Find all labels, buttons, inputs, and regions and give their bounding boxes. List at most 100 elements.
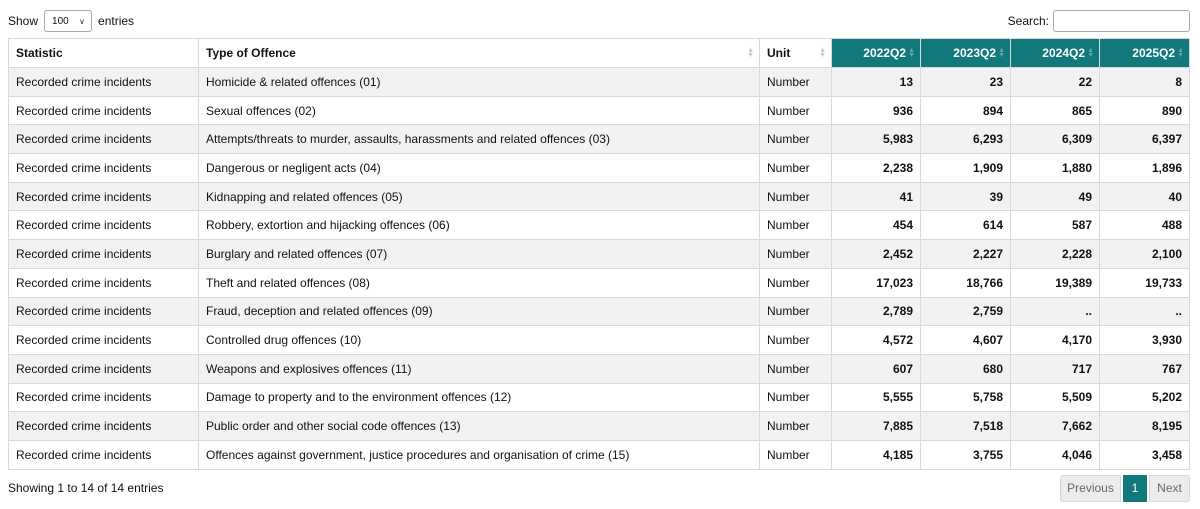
- cell-value: 717: [1010, 353, 1100, 384]
- table-row: Recorded crime incidents Fraud, deception…: [8, 296, 1190, 327]
- table-body: Recorded crime incidents Homicide & relat…: [8, 67, 1190, 470]
- previous-button[interactable]: Previous: [1060, 474, 1121, 502]
- cell-value: 614: [920, 210, 1011, 241]
- cell-statistic: Recorded crime incidents: [8, 382, 199, 413]
- cell-value: 6,293: [920, 124, 1011, 155]
- cell-statistic: Recorded crime incidents: [8, 181, 199, 212]
- cell-value: 18,766: [920, 267, 1011, 298]
- cell-value: 587: [1010, 210, 1100, 241]
- header-row: Statistic Type of Offence ▲ ▼ Unit ▲ ▼ 2022Q…: [8, 38, 1190, 68]
- cell-statistic: Recorded crime incidents: [8, 124, 199, 155]
- cell-unit: Number: [759, 325, 832, 355]
- cell-unit: Number: [759, 239, 832, 269]
- cell-value: 3,930: [1099, 325, 1190, 355]
- cell-value: 680: [920, 353, 1011, 384]
- cell-statistic: Recorded crime incidents: [8, 325, 199, 355]
- column-header-2024q2[interactable]: 2024Q2 ▲ ▼: [1010, 38, 1100, 68]
- cell-value: 894: [920, 95, 1011, 126]
- cell-statistic: Recorded crime incidents: [8, 296, 199, 327]
- page-size-select[interactable]: 100 ∨: [44, 10, 93, 32]
- column-header-2022q2[interactable]: 2022Q2 ▲ ▼: [831, 38, 921, 68]
- sort-icon: ▲ ▼: [819, 47, 826, 59]
- cell-value: 1,896: [1099, 153, 1190, 183]
- table-row: Recorded crime incidents Damage to proper…: [8, 382, 1190, 413]
- cell-value: 2,227: [920, 239, 1011, 269]
- cell-value: 7,518: [920, 411, 1011, 441]
- cell-statistic: Recorded crime incidents: [8, 439, 199, 470]
- cell-statistic: Recorded crime incidents: [8, 353, 199, 384]
- cell-unit: Number: [759, 95, 832, 126]
- cell-value: 4,572: [831, 325, 921, 355]
- cell-value: 8,195: [1099, 411, 1190, 441]
- search-input[interactable]: [1053, 10, 1190, 32]
- table-row: Recorded crime incidents Robbery, extorti…: [8, 210, 1190, 241]
- table-controls: Show 100 ∨ entries Search:: [8, 9, 1190, 33]
- table-row: Recorded crime incidents Theft and relate…: [8, 267, 1190, 298]
- cell-statistic: Recorded crime incidents: [8, 210, 199, 241]
- table-row: Recorded crime incidents Kidnapping and r…: [8, 181, 1190, 212]
- cell-value: 767: [1099, 353, 1190, 384]
- cell-value: 865: [1010, 95, 1100, 126]
- cell-value: ..: [1099, 296, 1190, 327]
- cell-statistic: Recorded crime incidents: [8, 267, 199, 298]
- cell-value: 2,452: [831, 239, 921, 269]
- cell-value: 2,759: [920, 296, 1011, 327]
- cell-value: 5,983: [831, 124, 921, 155]
- table-info: Showing 1 to 14 of 14 entries: [8, 481, 164, 495]
- cell-value: 2,789: [831, 296, 921, 327]
- cell-value: 3,458: [1099, 439, 1190, 470]
- cell-value: 1,880: [1010, 153, 1100, 183]
- cell-type-of-offence: Robbery, extortion and hijacking offence…: [198, 210, 760, 241]
- cell-type-of-offence: Kidnapping and related offences (05): [198, 181, 760, 212]
- cell-type-of-offence: Controlled drug offences (10): [198, 325, 760, 355]
- sort-icon: ▲ ▼: [908, 47, 915, 59]
- cell-value: 6,397: [1099, 124, 1190, 155]
- column-header-2023q2[interactable]: 2023Q2 ▲ ▼: [920, 38, 1011, 68]
- table-row: Recorded crime incidents Burglary and rel…: [8, 239, 1190, 269]
- column-header-type-of-offence[interactable]: Type of Offence ▲ ▼: [198, 38, 760, 68]
- cell-value: ..: [1010, 296, 1100, 327]
- page-button-current[interactable]: 1: [1123, 474, 1147, 502]
- cell-statistic: Recorded crime incidents: [8, 411, 199, 441]
- cell-value: 2,100: [1099, 239, 1190, 269]
- cell-type-of-offence: Attempts/threats to murder, assaults, ha…: [198, 124, 760, 155]
- cell-type-of-offence: Homicide & related offences (01): [198, 67, 760, 97]
- column-header-unit[interactable]: Unit ▲ ▼: [759, 38, 832, 68]
- cell-value: 13: [831, 67, 921, 97]
- cell-unit: Number: [759, 439, 832, 470]
- cell-value: 607: [831, 353, 921, 384]
- cell-value: 39: [920, 181, 1011, 212]
- cell-value: 4,170: [1010, 325, 1100, 355]
- cell-unit: Number: [759, 153, 832, 183]
- cell-unit: Number: [759, 353, 832, 384]
- cell-statistic: Recorded crime incidents: [8, 153, 199, 183]
- cell-statistic: Recorded crime incidents: [8, 67, 199, 97]
- cell-type-of-offence: Offences against government, justice pro…: [198, 439, 760, 470]
- search-control: Search:: [1008, 10, 1190, 32]
- cell-unit: Number: [759, 382, 832, 413]
- cell-unit: Number: [759, 124, 832, 155]
- cell-type-of-offence: Sexual offences (02): [198, 95, 760, 126]
- cell-value: 3,755: [920, 439, 1011, 470]
- column-header-2025q2[interactable]: 2025Q2 ▲ ▼: [1099, 38, 1190, 68]
- cell-value: 1,909: [920, 153, 1011, 183]
- cell-unit: Number: [759, 181, 832, 212]
- cell-value: 936: [831, 95, 921, 126]
- column-header-statistic[interactable]: Statistic: [8, 38, 199, 68]
- cell-statistic: Recorded crime incidents: [8, 239, 199, 269]
- cell-statistic: Recorded crime incidents: [8, 95, 199, 126]
- cell-type-of-offence: Weapons and explosives offences (11): [198, 353, 760, 384]
- cell-value: 890: [1099, 95, 1190, 126]
- cell-unit: Number: [759, 210, 832, 241]
- cell-value: 19,389: [1010, 267, 1100, 298]
- cell-value: 41: [831, 181, 921, 212]
- cell-value: 8: [1099, 67, 1190, 97]
- cell-value: 6,309: [1010, 124, 1100, 155]
- cell-unit: Number: [759, 296, 832, 327]
- cell-value: 4,607: [920, 325, 1011, 355]
- cell-value: 5,555: [831, 382, 921, 413]
- next-button[interactable]: Next: [1149, 474, 1190, 502]
- sort-icon: ▲ ▼: [1087, 47, 1094, 59]
- cell-value: 4,046: [1010, 439, 1100, 470]
- chevron-down-icon: ∨: [79, 16, 86, 26]
